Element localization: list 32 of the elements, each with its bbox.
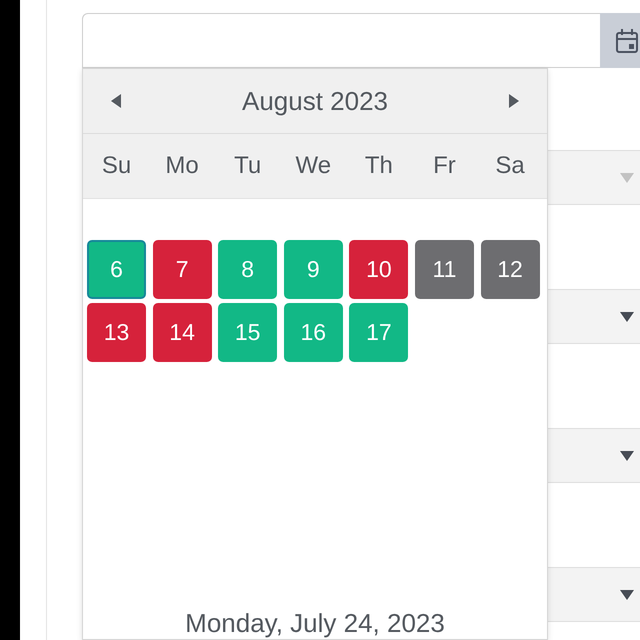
calendar-icon (616, 28, 638, 52)
day-tile[interactable]: 11 (414, 240, 474, 299)
weekday-label: Tu (234, 151, 262, 181)
caret-down-icon (620, 590, 634, 600)
caret-down-icon (620, 450, 634, 460)
day-tile[interactable]: 10 (349, 240, 408, 299)
weekday-label: Sa (495, 151, 525, 181)
weekday-label: Mo (165, 151, 199, 181)
day-tile[interactable]: 7 (152, 240, 212, 299)
day-tile[interactable]: 12 (480, 240, 540, 299)
month-title: August 2023 (242, 85, 388, 117)
day-tile[interactable]: 15 (218, 303, 278, 362)
day-tile[interactable]: 8 (218, 240, 278, 299)
left-triangle-icon (111, 94, 121, 108)
day-tile[interactable]: 16 (284, 303, 343, 362)
weekday-label: Th (364, 151, 393, 181)
previous-month-button[interactable] (109, 92, 123, 110)
selected-date-text: Monday, July 24, 2023 (185, 608, 445, 638)
caret-down-icon (620, 172, 634, 182)
next-month-button[interactable] (506, 92, 521, 110)
caret-down-icon (620, 312, 634, 322)
day-tile[interactable]: 17 (349, 303, 408, 362)
date-input-field[interactable] (82, 13, 600, 68)
calendar-button[interactable] (600, 13, 640, 68)
weekday-label: Su (102, 151, 132, 181)
weekday-label: We (295, 151, 332, 181)
right-triangle-icon (508, 94, 519, 108)
day-tile[interactable]: 14 (152, 303, 212, 362)
day-tile[interactable]: 6 (87, 240, 146, 299)
day-tile[interactable]: 13 (87, 303, 146, 362)
weekday-label: Fr (433, 151, 456, 181)
day-tile[interactable]: 9 (284, 240, 343, 299)
